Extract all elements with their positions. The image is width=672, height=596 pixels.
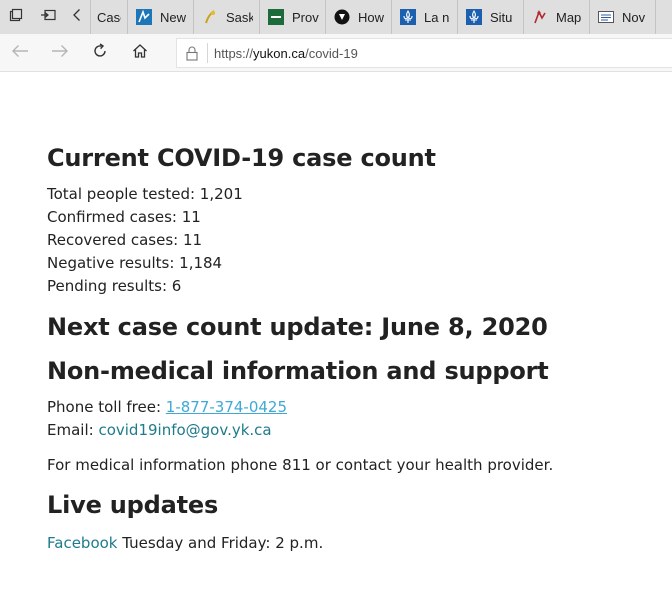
refresh-icon — [92, 42, 108, 64]
set-aside-tabs-icon — [40, 8, 56, 27]
tab-label: Sask — [226, 9, 253, 25]
refresh-button[interactable] — [80, 34, 120, 72]
browser-tab[interactable]: Case — [90, 0, 128, 34]
url-prefix: https:// — [214, 45, 254, 61]
stat-confirmed-cases: Confirmed cases: 11 — [47, 208, 201, 226]
back-button[interactable] — [0, 34, 40, 72]
forward-button[interactable] — [40, 34, 80, 72]
phone-line: Phone toll free: 1-877-374-0425 — [47, 398, 287, 416]
browser-tab[interactable]: How — [326, 0, 392, 34]
stat-total-tested: Total people tested: 1,201 — [47, 185, 243, 203]
browser-tab[interactable]: Prov — [260, 0, 326, 34]
live-updates-heading: Live updates — [47, 491, 219, 519]
news-favicon-icon — [598, 9, 614, 25]
stat-recovered-cases: Recovered cases: 11 — [47, 231, 203, 249]
facebook-link[interactable]: Facebook — [47, 534, 117, 552]
arrow-left-icon — [11, 44, 29, 63]
address-bar[interactable]: https://yukon.ca/covid-19 — [176, 38, 672, 68]
tab-label: La n — [424, 9, 450, 25]
tab-label: New — [160, 9, 187, 25]
ontario-favicon-icon — [268, 9, 284, 25]
tab-label: Prov — [292, 9, 319, 25]
medical-note: For medical information phone 811 or con… — [47, 456, 554, 474]
browser-tab[interactable]: Situ — [458, 0, 524, 34]
set-aside-tabs-button[interactable] — [32, 0, 64, 34]
email-line: Email: covid19info@gov.yk.ca — [47, 421, 272, 439]
stat-negative-results: Negative results: 1,184 — [47, 254, 223, 272]
tab-label: Map — [556, 9, 582, 25]
phone-link[interactable]: 1-877-374-0425 — [166, 398, 287, 416]
tab-scroll-left-button[interactable] — [64, 0, 90, 34]
stat-pending-results: Pending results: 6 — [47, 277, 182, 295]
email-link[interactable]: covid19info@gov.yk.ca — [98, 421, 271, 439]
next-update-heading: Next case count update: June 8, 2020 — [47, 313, 548, 341]
site-favicon-icon — [136, 9, 152, 25]
url-path: /covid-19 — [305, 45, 358, 61]
facebook-schedule: Tuesday and Friday: 2 p.m. — [117, 534, 324, 552]
saskatchewan-favicon-icon — [202, 9, 218, 25]
address-separator — [207, 43, 208, 63]
browser-tab[interactable]: Map — [524, 0, 590, 34]
tab-label: Situ — [490, 9, 513, 25]
tab-actions-button[interactable] — [0, 0, 32, 34]
live-updates-line: Facebook Tuesday and Friday: 2 p.m. — [47, 534, 323, 552]
browser-tab[interactable]: La n — [392, 0, 458, 34]
browser-tab[interactable]: Nov — [590, 0, 656, 34]
map-favicon-icon — [532, 9, 548, 25]
tab-label: Nov — [622, 9, 646, 25]
case-count-heading: Current COVID-19 case count — [47, 144, 436, 172]
chevron-left-icon — [72, 8, 82, 27]
tab-label: Case — [97, 9, 121, 25]
tab-actions-icon — [9, 8, 23, 27]
home-icon — [132, 43, 148, 64]
browser-tab[interactable]: New — [128, 0, 194, 34]
url-host: yukon.ca — [253, 45, 306, 61]
lock-icon — [177, 46, 207, 61]
email-label: Email: — [47, 421, 99, 439]
tab-label: How — [358, 9, 385, 25]
quebec-fleur-de-lis-icon — [466, 9, 482, 25]
arrow-right-icon — [51, 44, 69, 63]
browser-tab[interactable]: Sask — [194, 0, 260, 34]
phone-label: Phone toll free: — [47, 398, 166, 416]
nonmedical-heading: Non-medical information and support — [47, 357, 549, 385]
tab-strip: Case New Sask Prov How La n Situ — [0, 0, 672, 34]
url-text: https://yukon.ca/covid-19 — [214, 46, 358, 61]
quebec-fleur-de-lis-icon — [400, 9, 416, 25]
home-button[interactable] — [120, 34, 160, 72]
shield-favicon-icon — [334, 9, 350, 25]
navigation-bar: https://yukon.ca/covid-19 — [0, 34, 672, 72]
